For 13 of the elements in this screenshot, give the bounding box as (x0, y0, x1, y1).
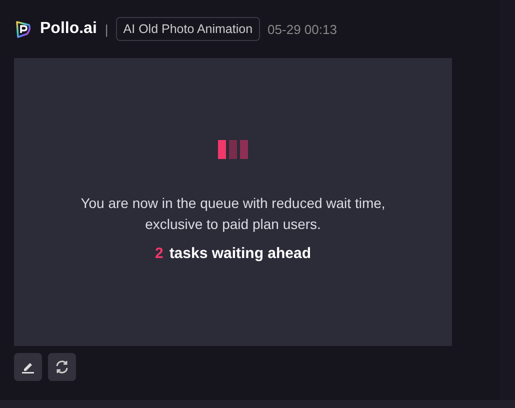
pencil-icon (21, 360, 35, 374)
brand-name: Pollo.ai (40, 20, 97, 38)
refresh-button[interactable] (48, 353, 76, 381)
refresh-icon (54, 359, 70, 375)
separator: | (104, 22, 108, 36)
queue-count: 2 (154, 245, 164, 262)
loading-icon (218, 140, 248, 159)
tool-tag: AI Old Photo Animation (116, 17, 260, 41)
edit-button[interactable] (14, 353, 42, 381)
queue-message: You are now in the queue with reduced wait time, exclusive to paid plan users. (80, 194, 386, 234)
queue-label: tasks waiting ahead (169, 245, 312, 262)
logo-icon (14, 20, 32, 38)
timestamp: 05-29 00:13 (268, 22, 337, 36)
